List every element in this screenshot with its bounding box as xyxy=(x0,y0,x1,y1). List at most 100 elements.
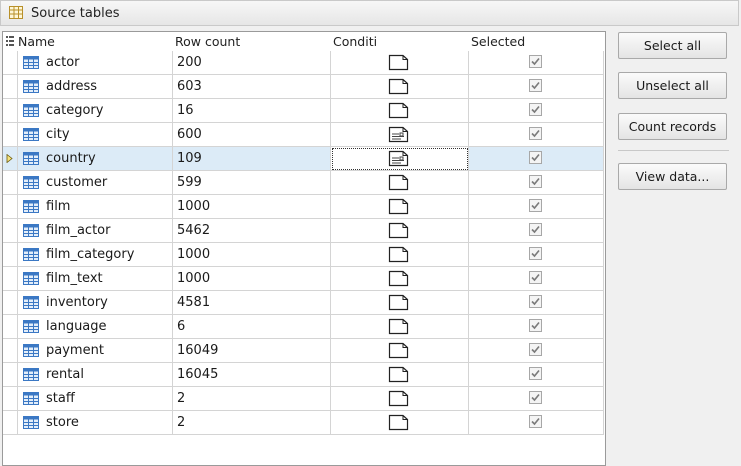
selected-cell[interactable] xyxy=(469,195,604,219)
row-count-cell[interactable]: 2 xyxy=(173,411,331,435)
row-count-cell[interactable]: 5462 xyxy=(173,219,331,243)
table-row[interactable]: rental 16045 xyxy=(3,363,605,387)
condition-cell[interactable] xyxy=(331,99,469,123)
selected-checkbox[interactable] xyxy=(529,415,542,428)
row-indicator[interactable] xyxy=(3,147,18,171)
table-row[interactable]: payment 16049 xyxy=(3,339,605,363)
table-row[interactable]: actor 200 xyxy=(3,51,605,75)
selected-checkbox[interactable] xyxy=(529,223,542,236)
selected-cell[interactable] xyxy=(469,219,604,243)
select-all-button[interactable]: Select all xyxy=(618,32,727,59)
row-count-cell[interactable]: 16049 xyxy=(173,339,331,363)
unselect-all-button[interactable]: Unselect all xyxy=(618,72,727,99)
row-count-cell[interactable]: 1000 xyxy=(173,243,331,267)
condition-cell[interactable] xyxy=(331,195,469,219)
name-cell[interactable]: film xyxy=(18,195,173,219)
condition-cell[interactable] xyxy=(331,147,469,171)
row-indicator[interactable] xyxy=(3,339,18,363)
selected-cell[interactable] xyxy=(469,51,604,75)
row-indicator[interactable] xyxy=(3,51,18,75)
row-count-cell[interactable]: 4581 xyxy=(173,291,331,315)
condition-cell[interactable] xyxy=(331,267,469,291)
selected-checkbox[interactable] xyxy=(529,391,542,404)
row-indicator[interactable] xyxy=(3,411,18,435)
row-indicator[interactable] xyxy=(3,243,18,267)
filter-doc-icon[interactable] xyxy=(388,126,409,143)
name-cell[interactable]: address xyxy=(18,75,173,99)
selected-cell[interactable] xyxy=(469,171,604,195)
selected-checkbox[interactable] xyxy=(529,247,542,260)
count-records-button[interactable]: Count records xyxy=(618,113,727,140)
selected-cell[interactable] xyxy=(469,387,604,411)
condition-cell[interactable] xyxy=(331,387,469,411)
selected-checkbox[interactable] xyxy=(529,55,542,68)
row-count-cell[interactable]: 1000 xyxy=(173,195,331,219)
selected-cell[interactable] xyxy=(469,75,604,99)
name-cell[interactable]: actor xyxy=(18,51,173,75)
column-header-condition[interactable]: Conditi xyxy=(333,32,383,51)
condition-cell[interactable] xyxy=(331,171,469,195)
selected-checkbox[interactable] xyxy=(529,79,542,92)
selected-cell[interactable] xyxy=(469,315,604,339)
selected-cell[interactable] xyxy=(469,339,604,363)
filter-doc-icon[interactable] xyxy=(388,150,409,167)
table-row[interactable]: film_actor 5462 xyxy=(3,219,605,243)
condition-cell[interactable] xyxy=(331,363,469,387)
table-row[interactable]: customer 599 xyxy=(3,171,605,195)
blank-doc-icon[interactable] xyxy=(388,318,409,335)
name-cell[interactable]: country xyxy=(18,147,173,171)
blank-doc-icon[interactable] xyxy=(388,54,409,71)
column-header-selected[interactable]: Selected xyxy=(471,32,591,51)
condition-cell[interactable] xyxy=(331,123,469,147)
row-indicator[interactable] xyxy=(3,75,18,99)
blank-doc-icon[interactable] xyxy=(388,102,409,119)
table-row[interactable]: film 1000 xyxy=(3,195,605,219)
name-cell[interactable]: payment xyxy=(18,339,173,363)
name-cell[interactable]: city xyxy=(18,123,173,147)
table-row[interactable]: inventory 4581 xyxy=(3,291,605,315)
condition-cell[interactable] xyxy=(331,411,469,435)
blank-doc-icon[interactable] xyxy=(388,294,409,311)
blank-doc-icon[interactable] xyxy=(388,198,409,215)
condition-cell[interactable] xyxy=(331,339,469,363)
table-row[interactable]: address 603 xyxy=(3,75,605,99)
name-cell[interactable]: film_actor xyxy=(18,219,173,243)
name-cell[interactable]: language xyxy=(18,315,173,339)
row-indicator[interactable] xyxy=(3,267,18,291)
table-row[interactable]: city 600 xyxy=(3,123,605,147)
name-cell[interactable]: staff xyxy=(18,387,173,411)
row-count-cell[interactable]: 200 xyxy=(173,51,331,75)
condition-cell[interactable] xyxy=(331,291,469,315)
condition-cell[interactable] xyxy=(331,243,469,267)
blank-doc-icon[interactable] xyxy=(388,342,409,359)
blank-doc-icon[interactable] xyxy=(388,174,409,191)
selected-cell[interactable] xyxy=(469,123,604,147)
condition-cell[interactable] xyxy=(331,51,469,75)
row-indicator[interactable] xyxy=(3,363,18,387)
selected-cell[interactable] xyxy=(469,363,604,387)
selected-cell[interactable] xyxy=(469,291,604,315)
table-row[interactable]: film_text 1000 xyxy=(3,267,605,291)
row-indicator[interactable] xyxy=(3,291,18,315)
table-row[interactable]: country 109 xyxy=(3,147,605,171)
blank-doc-icon[interactable] xyxy=(388,78,409,95)
source-tables-grid[interactable]: Name Row count Conditi Selected actor 200… xyxy=(2,31,606,466)
table-row[interactable]: language 6 xyxy=(3,315,605,339)
blank-doc-icon[interactable] xyxy=(388,390,409,407)
row-indicator[interactable] xyxy=(3,315,18,339)
name-cell[interactable]: rental xyxy=(18,363,173,387)
blank-doc-icon[interactable] xyxy=(388,414,409,431)
blank-doc-icon[interactable] xyxy=(388,270,409,287)
table-row[interactable]: film_category 1000 xyxy=(3,243,605,267)
name-cell[interactable]: customer xyxy=(18,171,173,195)
table-row[interactable]: category 16 xyxy=(3,99,605,123)
row-count-cell[interactable]: 16045 xyxy=(173,363,331,387)
selected-checkbox[interactable] xyxy=(529,271,542,284)
selected-checkbox[interactable] xyxy=(529,103,542,116)
blank-doc-icon[interactable] xyxy=(388,366,409,383)
selected-cell[interactable] xyxy=(469,411,604,435)
selected-cell[interactable] xyxy=(469,267,604,291)
selected-checkbox[interactable] xyxy=(529,127,542,140)
row-count-cell[interactable]: 2 xyxy=(173,387,331,411)
blank-doc-icon[interactable] xyxy=(388,246,409,263)
